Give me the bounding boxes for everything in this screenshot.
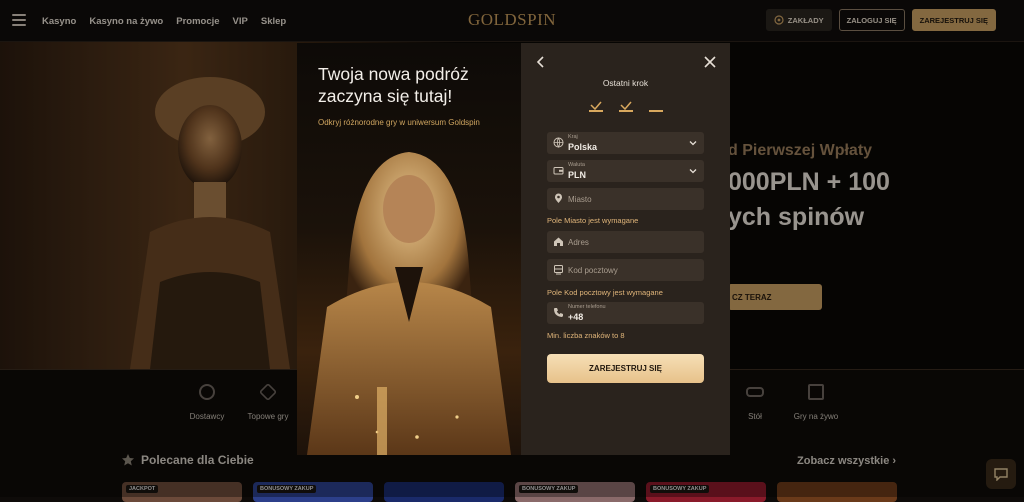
modal-promo-panel: Twoja nowa podróż zaczyna się tutaj! Odk… — [297, 43, 521, 455]
step-2-complete — [619, 98, 633, 112]
close-icon[interactable] — [703, 55, 717, 69]
phone-label: Numer telefonu — [568, 304, 606, 310]
wallet-icon — [553, 167, 564, 175]
currency-value: PLN — [568, 170, 586, 180]
country-label: Kraj — [568, 134, 578, 140]
address-input[interactable]: Adres — [547, 231, 704, 253]
mailbox-icon — [554, 265, 563, 275]
address-placeholder: Adres — [568, 238, 589, 247]
submit-register-label: ZAREJESTRUJ SIĘ — [589, 364, 662, 373]
chevron-down-icon — [689, 141, 697, 146]
back-arrow-icon[interactable] — [534, 55, 548, 69]
postcode-error: Pole Kod pocztowy jest wymagane — [547, 288, 663, 297]
currency-select[interactable]: Waluta PLN — [547, 160, 704, 182]
phone-icon — [554, 308, 563, 317]
step-1-complete — [589, 98, 603, 112]
city-placeholder: Miasto — [568, 195, 592, 204]
postcode-input[interactable]: Kod pocztowy — [547, 259, 704, 281]
step-title: Ostatni krok — [602, 78, 649, 88]
step-indicator — [589, 98, 663, 112]
phone-error: Min. liczba znaków to 8 — [547, 331, 625, 340]
home-icon — [554, 237, 563, 246]
city-input[interactable]: Miasto — [547, 188, 704, 210]
modal-promo-title: Twoja nowa podróż zaczyna się tutaj! — [318, 64, 469, 106]
check-icon — [620, 101, 632, 111]
registration-modal: Twoja nowa podróż zaczyna się tutaj! Odk… — [297, 43, 730, 455]
location-pin-icon — [554, 193, 563, 203]
phone-value: +48 — [568, 312, 584, 322]
country-select[interactable]: Kraj Polska — [547, 132, 704, 154]
chevron-down-icon — [689, 169, 697, 174]
phone-input[interactable]: Numer telefonu +48 — [547, 302, 704, 324]
modal-promo-subtitle: Odkryj różnorodne gry w uniwersum Goldsp… — [318, 118, 480, 127]
city-error: Pole Miasto jest wymagane — [547, 216, 639, 225]
check-icon — [590, 101, 602, 111]
modal-form-panel: Ostatni krok Kraj Polska Waluta PLN Mias… — [521, 43, 730, 455]
submit-register-button[interactable]: ZAREJESTRUJ SIĘ — [547, 354, 704, 383]
promo-woman-image — [307, 152, 511, 455]
country-value: Polska — [568, 142, 598, 152]
postcode-placeholder: Kod pocztowy — [568, 266, 618, 275]
currency-label: Waluta — [568, 162, 585, 168]
step-3-current — [649, 98, 663, 112]
globe-icon — [553, 137, 564, 148]
